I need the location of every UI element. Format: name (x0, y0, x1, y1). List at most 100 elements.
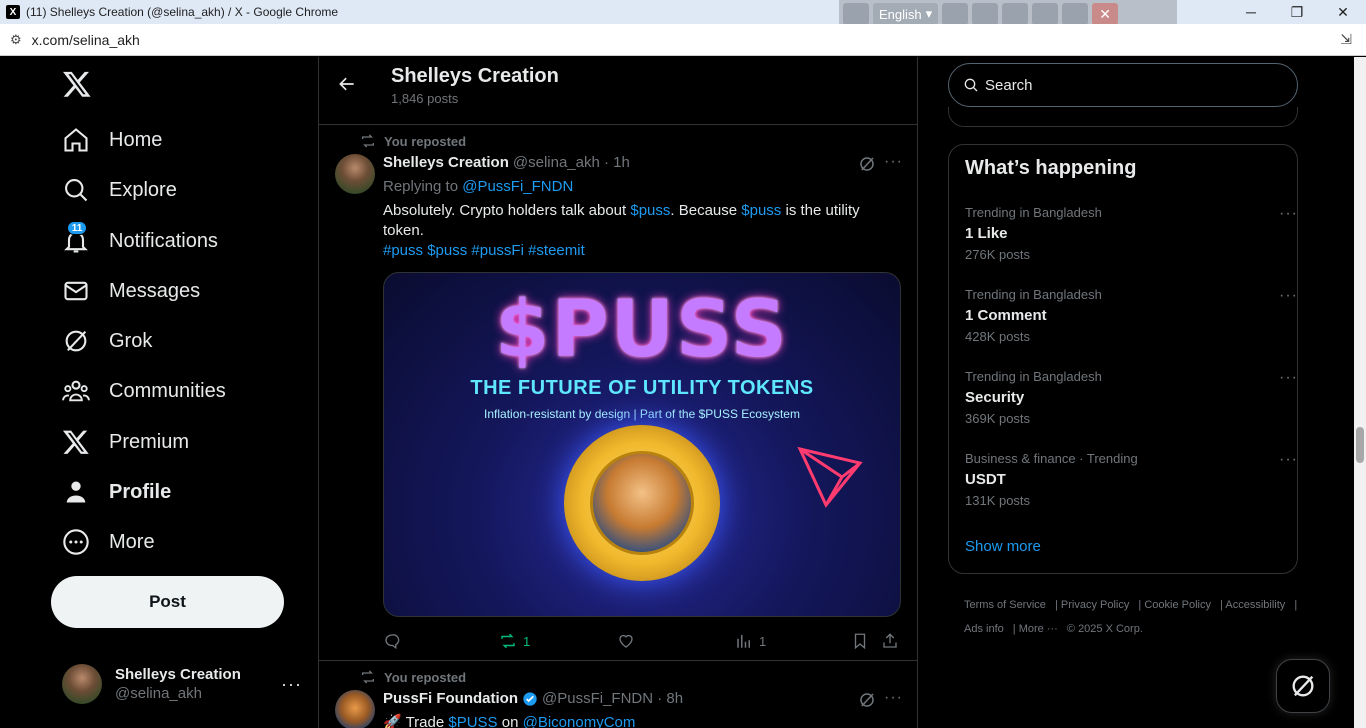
right-sidebar: Search What’s happening Trending in Bang… (918, 57, 1366, 728)
tweet[interactable]: You reposted PussFi Foundation @PussFi_F… (319, 661, 917, 728)
trend-more-icon[interactable]: ··· (1279, 369, 1298, 387)
ime-icon[interactable] (843, 3, 869, 25)
grok-icon (1292, 675, 1314, 697)
views-count: 1 (759, 633, 767, 649)
accessibility-link[interactable]: Accessibility (1225, 599, 1285, 611)
tweet-author-name[interactable]: PussFi Foundation (383, 690, 518, 707)
left-sidebar: Home Explore 11 Notifications Messages G… (0, 57, 318, 728)
cashtag-link[interactable]: $PUSS (448, 714, 497, 728)
tweet-text-part: Absolutely. Crypto holders talk about (383, 202, 631, 219)
keyboard-icon[interactable] (942, 3, 969, 25)
footer-links: Terms of Service | Privacy Policy | Cook… (964, 599, 1298, 635)
media-subhead: THE FUTURE OF UTILITY TOKENS (470, 377, 814, 399)
nav-premium[interactable]: Premium (62, 422, 189, 462)
help-icon[interactable] (1062, 3, 1089, 25)
grok-icon[interactable] (858, 155, 876, 173)
trend-more-icon[interactable]: ··· (1279, 287, 1298, 305)
share-icon (883, 633, 897, 648)
like-action[interactable] (617, 632, 635, 650)
tweet-avatar[interactable] (335, 690, 375, 728)
share-action[interactable] (881, 632, 899, 650)
nav-grok[interactable]: Grok (62, 321, 152, 361)
nav-notifications[interactable]: 11 Notifications (62, 221, 218, 261)
nav-profile[interactable]: Profile (62, 472, 171, 512)
trend-title: USDT (965, 471, 1006, 488)
restore-button[interactable]: ❐ (1274, 4, 1320, 21)
nav-messages-label: Messages (109, 279, 201, 302)
x-icon (62, 430, 89, 454)
privacy-link[interactable]: Privacy Policy (1061, 599, 1129, 611)
tweet-more-icon[interactable]: ··· (884, 689, 903, 707)
bookmark-action[interactable] (851, 632, 869, 650)
x-logo-icon[interactable] (62, 69, 92, 99)
repost-icon (362, 670, 374, 684)
views-action[interactable]: 1 (735, 632, 766, 650)
language-selector[interactable]: English ▾ (873, 3, 939, 25)
cashtag-link[interactable]: $puss (741, 202, 781, 219)
nav-explore[interactable]: Explore (62, 170, 177, 210)
settings-icon[interactable] (972, 3, 999, 25)
trend-item[interactable]: Trending in Bangladesh 1 Like 276K posts… (965, 205, 1297, 262)
trend-item[interactable]: Trending in Bangladesh 1 Comment 428K po… (965, 287, 1297, 344)
minimize-button[interactable]: ─ (1228, 4, 1274, 20)
page-scrollbar[interactable] (1354, 57, 1366, 728)
post-button[interactable]: Post (51, 576, 284, 628)
reply-action[interactable] (383, 632, 401, 650)
cashtag-link[interactable]: $puss (630, 202, 670, 219)
tweet[interactable]: You reposted Shelleys Creation @selina_a… (319, 125, 917, 661)
trend-post-count: 276K posts (965, 247, 1031, 262)
avatar (62, 664, 102, 704)
show-more-link[interactable]: Show more (965, 538, 1041, 555)
nav-messages[interactable]: Messages (62, 271, 200, 311)
trend-item[interactable]: Business & finance · Trending USDT 131K … (965, 451, 1297, 508)
account-switcher[interactable]: Shelleys Creation @selina_akh ··· (62, 662, 302, 706)
tweet-actions: 1 1 (383, 631, 903, 651)
grok-icon (65, 330, 87, 352)
grok-icon[interactable] (858, 691, 876, 709)
hashtags-link[interactable]: #puss $puss #pussFi #steemit (383, 242, 585, 259)
tools-icon[interactable] (1002, 3, 1029, 25)
nav-notifications-label: Notifications (109, 229, 218, 252)
verified-badge-icon (523, 691, 537, 706)
mention-link[interactable]: @BiconomyCom (523, 714, 636, 728)
tweet-text-part: . Because (670, 202, 742, 219)
install-app-icon[interactable]: ⇲ (1340, 31, 1352, 48)
search-input[interactable]: Search (948, 63, 1298, 107)
tweet-text-part: on (497, 714, 523, 728)
options-icon[interactable] (1032, 3, 1059, 25)
terms-link[interactable]: Terms of Service (964, 599, 1046, 611)
nav-grok-label: Grok (109, 329, 153, 352)
nav-profile-label: Profile (109, 480, 172, 503)
repost-label: You reposted (384, 669, 467, 685)
repost-action[interactable]: 1 (499, 632, 530, 650)
trend-item[interactable]: Trending in Bangladesh Security 369K pos… (965, 369, 1297, 426)
language-label: English (879, 6, 922, 22)
account-more-icon[interactable]: ··· (281, 674, 302, 695)
url-field[interactable]: x.com/selina_akh (32, 32, 1341, 48)
tweet-avatar[interactable] (335, 154, 375, 194)
nav-communities[interactable]: Communities (62, 371, 226, 411)
ads-info-link[interactable]: Ads info (964, 623, 1004, 635)
post-count: 1,846 posts (391, 91, 459, 106)
cat-face (590, 451, 694, 555)
close-toolbar-icon[interactable]: ✕ (1092, 3, 1119, 25)
replying-to-link[interactable]: @PussFi_FNDN (462, 178, 573, 195)
cookie-link[interactable]: Cookie Policy (1144, 599, 1211, 611)
search-placeholder: Search (985, 76, 1033, 94)
tweet-author-handle[interactable]: @selina_akh · 1h (513, 154, 630, 171)
scrollbar-thumb[interactable] (1356, 427, 1364, 463)
tweet-image[interactable]: $PUSS THE FUTURE OF UTILITY TOKENS Infla… (383, 272, 901, 617)
trend-more-icon[interactable]: ··· (1279, 451, 1298, 469)
back-arrow-icon[interactable] (337, 74, 357, 94)
bookmark-icon (854, 633, 866, 650)
tweet-author-name[interactable]: Shelleys Creation (383, 154, 509, 171)
tweet-author-handle[interactable]: @PussFi_FNDN · 8h (542, 690, 683, 707)
site-info-icon[interactable]: ⚙ (10, 32, 22, 48)
nav-more[interactable]: More (62, 522, 155, 562)
close-window-button[interactable]: ✕ (1320, 4, 1366, 21)
tweet-more-icon[interactable]: ··· (884, 153, 903, 171)
trend-more-icon[interactable]: ··· (1279, 205, 1298, 223)
grok-chat-button[interactable] (1276, 659, 1330, 713)
footer-more-link[interactable]: More ··· (1019, 623, 1058, 635)
nav-home[interactable]: Home (62, 120, 162, 160)
